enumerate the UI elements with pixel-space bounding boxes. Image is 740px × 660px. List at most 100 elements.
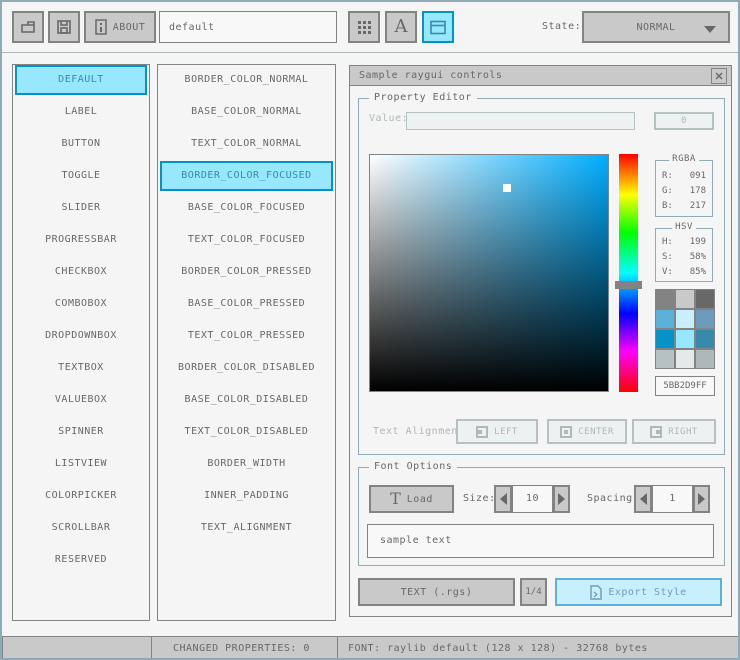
palette-cell[interactable] <box>696 330 714 348</box>
property-list-item[interactable]: TEXT_COLOR_PRESSED <box>160 321 333 351</box>
controls-list-item[interactable]: COMBOBOX <box>15 289 147 319</box>
toolbar-divider <box>2 52 738 53</box>
palette-cell[interactable] <box>656 290 674 308</box>
property-list-item[interactable]: BASE_COLOR_PRESSED <box>160 289 333 319</box>
rgba-group: RGBA R: 091 G: 178 B: 217 <box>655 154 713 217</box>
property-list-item[interactable]: INNER_PADDING <box>160 481 333 511</box>
palette-cell[interactable] <box>676 310 694 328</box>
spacing-decrease-button[interactable] <box>634 485 652 513</box>
value-label: Value: <box>369 113 409 124</box>
property-list-item[interactable]: BORDER_COLOR_DISABLED <box>160 353 333 383</box>
hsv-v-row: V: 85% <box>662 265 706 280</box>
palette-cell[interactable] <box>676 290 694 308</box>
size-decrease-button[interactable] <box>494 485 512 513</box>
text-t-icon: T <box>390 489 401 508</box>
value-input[interactable] <box>406 112 635 130</box>
about-button[interactable]: ABOUT <box>84 11 156 43</box>
controls-list-item[interactable]: BUTTON <box>15 129 147 159</box>
align-left-icon <box>476 425 489 438</box>
palette-cell[interactable] <box>656 310 674 328</box>
property-list-item[interactable]: BASE_COLOR_DISABLED <box>160 385 333 415</box>
controls-list-item[interactable]: RESERVED <box>15 545 147 575</box>
font-load-button[interactable]: T Load <box>369 485 454 513</box>
hue-slider[interactable] <box>619 154 638 392</box>
controls-list-item[interactable]: PROGRESSBAR <box>15 225 147 255</box>
property-list-item[interactable]: BASE_COLOR_NORMAL <box>160 97 333 127</box>
save-style-button[interactable] <box>48 11 80 43</box>
state-dropdown[interactable]: NORMAL <box>582 11 730 43</box>
grid-icon <box>357 20 371 34</box>
window-title: Sample raygui controls <box>359 70 503 81</box>
value-apply-button[interactable]: 0 <box>654 112 714 130</box>
property-list-item[interactable]: TEXT_COLOR_DISABLED <box>160 417 333 447</box>
controls-list-item[interactable]: LABEL <box>15 97 147 127</box>
window-icon <box>430 20 446 34</box>
palette-cell[interactable] <box>676 330 694 348</box>
spacing-label: Spacing: <box>587 493 640 504</box>
palette-cell[interactable] <box>676 350 694 368</box>
rgba-g-row: G: 178 <box>662 184 706 199</box>
about-button-label: ABOUT <box>112 21 146 33</box>
color-saturation-value-panel[interactable] <box>369 154 609 392</box>
controls-list-item[interactable]: SPINNER <box>15 417 147 447</box>
status-font-info: FONT: raylib default (128 x 128) - 32768… <box>337 636 738 658</box>
controls-list-item[interactable]: SLIDER <box>15 193 147 223</box>
sample-text-input[interactable]: sample text <box>367 524 714 558</box>
property-list-item[interactable]: BORDER_COLOR_NORMAL <box>160 65 333 95</box>
property-list-item[interactable]: TEXT_ALIGNMENT <box>160 513 333 543</box>
size-increase-button[interactable] <box>553 485 570 513</box>
align-center-toggle[interactable]: CENTER <box>547 419 627 444</box>
rgba-r-value: 091 <box>689 171 706 181</box>
font-view-button[interactable]: A <box>385 11 417 43</box>
style-name-input[interactable] <box>159 11 337 43</box>
window-titlebar: Sample raygui controls <box>350 66 731 86</box>
controls-list-item[interactable]: DEFAULT <box>15 65 147 95</box>
controls-list-item[interactable]: VALUEBOX <box>15 385 147 415</box>
property-list-item[interactable]: BORDER_COLOR_PRESSED <box>160 257 333 287</box>
export-style-button[interactable]: Export Style <box>555 578 722 606</box>
hsv-title: HSV <box>672 222 696 232</box>
hsv-v-value: 85% <box>689 267 706 277</box>
align-left-toggle[interactable]: LEFT <box>456 419 538 444</box>
controls-list-item[interactable]: SCROLLBAR <box>15 513 147 543</box>
palette-cell[interactable] <box>696 350 714 368</box>
controls-list-item[interactable]: COLORPICKER <box>15 481 147 511</box>
property-list-item[interactable]: TEXT_COLOR_NORMAL <box>160 129 333 159</box>
state-label: State: <box>542 21 582 32</box>
window-close-button[interactable] <box>711 68 727 84</box>
palette-cell[interactable] <box>656 330 674 348</box>
controls-list-item[interactable]: LISTVIEW <box>15 449 147 479</box>
size-label: Size: <box>463 493 496 504</box>
property-list-item[interactable]: BORDER_COLOR_FOCUSED <box>160 161 333 191</box>
controls-view-button[interactable] <box>422 11 454 43</box>
palette-cell[interactable] <box>696 310 714 328</box>
hsv-h-row: H: 199 <box>662 235 706 250</box>
style-color-palette <box>655 289 715 369</box>
rguistyler-app-window: ABOUT A State: NORMAL DEFAULT LABEL <box>0 0 740 660</box>
palette-cell[interactable] <box>696 290 714 308</box>
controls-list-item[interactable]: CHECKBOX <box>15 257 147 287</box>
size-valuebox[interactable]: 10 <box>512 485 553 513</box>
font-options-group: Font Options T Load Size: 10 Spacing: 1 … <box>358 461 725 566</box>
controls-list-item[interactable]: DROPDOWNBOX <box>15 321 147 351</box>
property-list-item[interactable]: BORDER_WIDTH <box>160 449 333 479</box>
palette-cell[interactable] <box>656 350 674 368</box>
style-table-view-button[interactable] <box>348 11 380 43</box>
spacing-increase-button[interactable] <box>693 485 710 513</box>
properties-listview: BORDER_COLOR_NORMAL BASE_COLOR_NORMAL TE… <box>157 64 336 621</box>
controls-list-item[interactable]: TOGGLE <box>15 161 147 191</box>
font-options-title: Font Options <box>369 461 458 472</box>
rgba-b-value: 217 <box>689 201 706 211</box>
color-picker-cursor[interactable] <box>503 184 511 192</box>
hex-color-valuebox[interactable]: 5BB2D9FF <box>655 376 715 396</box>
open-style-button[interactable] <box>12 11 44 43</box>
property-list-item[interactable]: TEXT_COLOR_FOCUSED <box>160 225 333 255</box>
controls-list-item[interactable]: TEXTBOX <box>15 353 147 383</box>
spacing-valuebox[interactable]: 1 <box>652 485 693 513</box>
format-pager-button[interactable]: 1/4 <box>520 578 547 606</box>
hue-slider-handle[interactable] <box>615 281 642 289</box>
property-list-item[interactable]: BASE_COLOR_FOCUSED <box>160 193 333 223</box>
align-right-toggle[interactable]: RIGHT <box>632 419 716 444</box>
export-format-button[interactable]: TEXT (.rgs) <box>358 578 515 606</box>
close-icon <box>715 72 723 80</box>
